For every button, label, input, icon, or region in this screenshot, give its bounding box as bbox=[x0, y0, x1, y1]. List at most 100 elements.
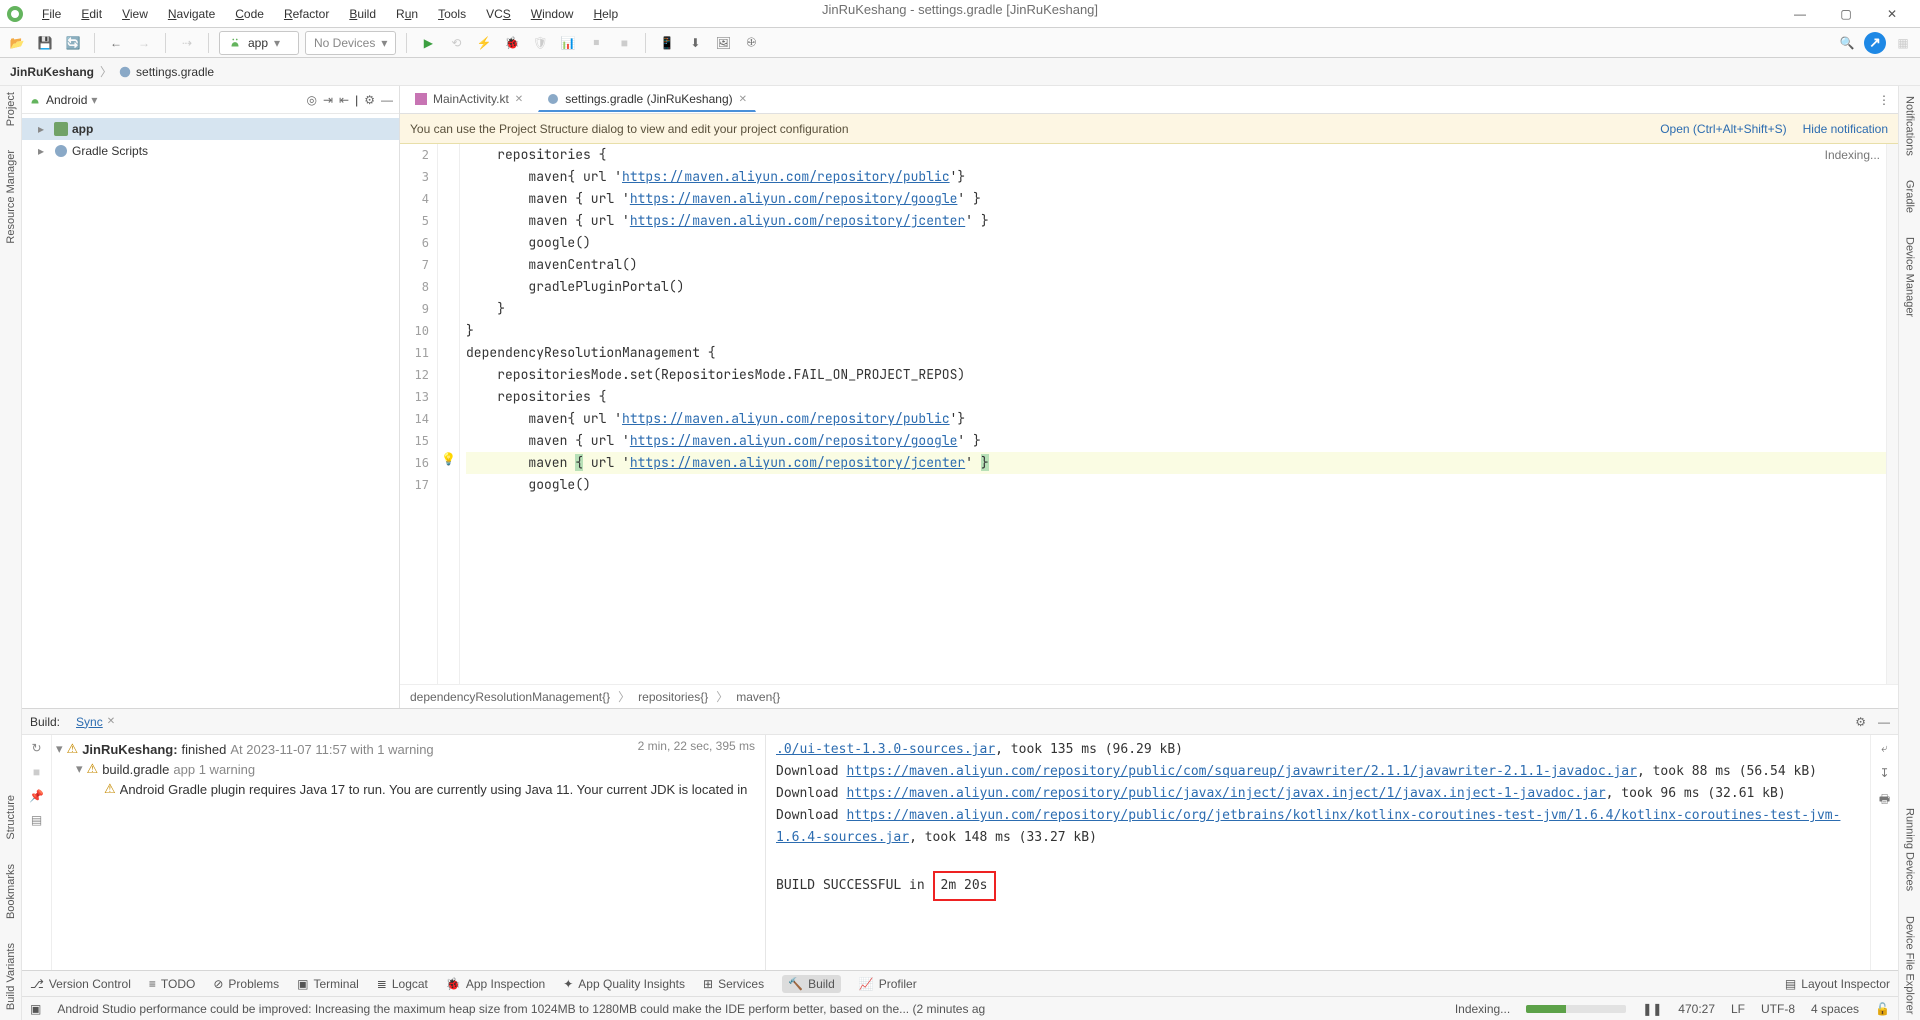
close-tab-icon[interactable]: ✕ bbox=[107, 716, 115, 727]
menu-view[interactable]: ViewView bbox=[114, 4, 156, 24]
scroll-to-end-icon[interactable]: ↧ bbox=[1879, 766, 1889, 780]
build-sync-tab[interactable]: Sync ✕ bbox=[72, 713, 119, 731]
collapse-all-icon[interactable]: ⇤ bbox=[339, 93, 349, 107]
menu-file[interactable]: FFileile bbox=[34, 4, 69, 24]
menu-code[interactable]: CodeCode bbox=[227, 4, 272, 24]
tool-logcat[interactable]: ≣Logcat bbox=[377, 977, 428, 991]
restart-icon[interactable]: ↻ bbox=[31, 741, 41, 755]
print-icon[interactable]: 🖶 bbox=[1879, 790, 1890, 811]
menu-edit[interactable]: EditEdit bbox=[73, 4, 110, 24]
rail-build-variants[interactable]: Build Variants bbox=[5, 943, 17, 1014]
notice-hide-link[interactable]: Hide notification bbox=[1803, 122, 1888, 136]
rail-resource-manager[interactable]: Resource Manager bbox=[5, 150, 17, 248]
rail-gradle[interactable]: Gradle bbox=[1904, 176, 1916, 213]
build-console[interactable]: .0/ui-test-1.3.0-sources.jar, took 135 m… bbox=[766, 735, 1870, 970]
status-indent[interactable]: 4 spaces bbox=[1811, 1002, 1859, 1016]
menu-tools[interactable]: ToolsTools bbox=[430, 4, 474, 24]
pin-icon[interactable]: 📌 bbox=[29, 789, 44, 803]
chevron-down-icon[interactable]: ▾ bbox=[76, 761, 83, 777]
rail-structure[interactable]: Structure bbox=[5, 795, 17, 844]
chevron-right-icon[interactable]: ▸ bbox=[38, 122, 52, 136]
code-content[interactable]: repositories { maven{ url 'https://maven… bbox=[460, 144, 1886, 684]
tool-profiler[interactable]: 📈Profiler bbox=[859, 977, 917, 991]
project-update-icon[interactable]: ↗ bbox=[1864, 32, 1886, 54]
menu-refactor[interactable]: RefactorRefactor bbox=[276, 4, 337, 24]
crumb-maven[interactable]: maven{} bbox=[736, 690, 780, 704]
build-settings-icon[interactable]: ⚙ bbox=[1855, 715, 1866, 729]
close-icon[interactable]: ✕ bbox=[1878, 4, 1906, 24]
pause-progress-icon[interactable]: ❚❚ bbox=[1642, 1002, 1662, 1016]
rail-notifications[interactable]: Notifications bbox=[1904, 92, 1916, 156]
code-editor[interactable]: 234567891011121314151617 💡 repositories … bbox=[400, 144, 1898, 684]
resource-manager-icon[interactable]: 🖼 bbox=[712, 32, 734, 54]
tool-layout-inspector[interactable]: ▤Layout Inspector bbox=[1785, 977, 1890, 991]
sync-gradle-icon[interactable]: 🔄 bbox=[62, 32, 84, 54]
tab-overflow-icon[interactable]: ⋮ bbox=[1878, 93, 1890, 107]
sdk-manager-icon[interactable]: ⬇ bbox=[684, 32, 706, 54]
menu-help[interactable]: HelpHelp bbox=[585, 4, 626, 24]
tool-app-quality[interactable]: ✦App Quality Insights bbox=[563, 977, 685, 991]
menu-navigate[interactable]: NavigateNavigate bbox=[160, 4, 223, 24]
status-line-separator[interactable]: LF bbox=[1731, 1002, 1745, 1016]
device-selector-dropdown[interactable]: No Devices ▾ bbox=[305, 31, 396, 55]
status-caret-position[interactable]: 470:27 bbox=[1678, 1002, 1715, 1016]
menu-window[interactable]: WindowWindow bbox=[523, 4, 582, 24]
chevron-down-icon[interactable]: ▾ bbox=[56, 741, 63, 757]
search-everywhere-icon[interactable]: 🔍 bbox=[1836, 32, 1858, 54]
filter-icon[interactable]: ▤ bbox=[31, 813, 42, 827]
tool-app-inspection[interactable]: 🐞App Inspection bbox=[446, 977, 545, 991]
tool-build[interactable]: 🔨Build bbox=[782, 975, 841, 993]
crumb-drm[interactable]: dependencyResolutionManagement{} bbox=[410, 690, 610, 704]
close-tab-icon[interactable]: ✕ bbox=[739, 94, 747, 105]
notice-open-link[interactable]: Open (Ctrl+Alt+Shift+S) bbox=[1660, 122, 1786, 136]
build-tree[interactable]: 2 min, 22 sec, 395 ms ▾ ⚠ JinRuKeshang: … bbox=[52, 735, 766, 970]
attach-debugger-icon[interactable]: ⏹ bbox=[585, 32, 607, 54]
rail-device-file-explorer[interactable]: Device File Explorer bbox=[1904, 912, 1916, 1014]
menu-run[interactable]: RunRun bbox=[388, 4, 426, 24]
status-indexing[interactable]: Indexing... bbox=[1455, 1002, 1510, 1016]
rail-running-devices[interactable]: Running Devices bbox=[1904, 804, 1916, 891]
menu-build[interactable]: BuildBuild bbox=[341, 4, 384, 24]
apply-changes-icon[interactable]: ⟲ bbox=[445, 32, 467, 54]
status-message[interactable]: Android Studio performance could be impr… bbox=[57, 1002, 1438, 1016]
hide-panel-icon[interactable]: — bbox=[381, 93, 393, 107]
rail-bookmarks[interactable]: Bookmarks bbox=[5, 864, 17, 923]
close-tab-icon[interactable]: ✕ bbox=[515, 94, 523, 105]
maximize-icon[interactable]: ▢ bbox=[1832, 4, 1860, 24]
tab-mainactivity[interactable]: MainActivity.kt ✕ bbox=[406, 87, 532, 112]
tool-services[interactable]: ⊞Services bbox=[703, 977, 764, 991]
crumb-file[interactable]: settings.gradle bbox=[118, 65, 214, 79]
build-hide-icon[interactable]: — bbox=[1878, 715, 1890, 729]
rail-project[interactable]: Project bbox=[5, 92, 17, 130]
intention-bulb-icon[interactable]: 💡 bbox=[441, 452, 456, 466]
expand-all-icon[interactable]: ⇥ bbox=[323, 93, 333, 107]
stop-icon[interactable]: ■ bbox=[613, 32, 635, 54]
run-icon[interactable]: ▶ bbox=[417, 32, 439, 54]
progress-bar[interactable] bbox=[1526, 1005, 1626, 1013]
menu-vcs[interactable]: VCSVCS bbox=[478, 4, 519, 24]
apply-code-icon[interactable]: ⚡ bbox=[473, 32, 495, 54]
coverage-icon[interactable]: 🛡 bbox=[529, 32, 551, 54]
tool-terminal[interactable]: ▣Terminal bbox=[297, 977, 359, 991]
error-stripe[interactable] bbox=[1886, 144, 1898, 684]
tool-todo[interactable]: ≡TODO bbox=[149, 977, 195, 991]
project-settings-icon[interactable]: ⚙ bbox=[364, 93, 375, 107]
open-icon[interactable]: 📂 bbox=[6, 32, 28, 54]
debug-icon[interactable]: 🐞 bbox=[501, 32, 523, 54]
locate-file-icon[interactable]: ◎ bbox=[307, 93, 317, 107]
chevron-right-icon[interactable]: ▸ bbox=[38, 144, 52, 158]
nav-forward-icon[interactable]: ⇢ bbox=[176, 32, 198, 54]
status-encoding[interactable]: UTF-8 bbox=[1761, 1002, 1795, 1016]
crumb-project[interactable]: JinRuKeshang bbox=[10, 65, 94, 79]
tool-version-control[interactable]: ⎇Version Control bbox=[30, 977, 131, 991]
soft-wrap-icon[interactable]: ⤶ bbox=[1881, 741, 1888, 756]
readonly-lock-icon[interactable]: 🔓 bbox=[1875, 1002, 1890, 1016]
hide-toolwindows-icon[interactable]: ▣ bbox=[30, 1002, 41, 1016]
project-view-selector[interactable]: Android bbox=[46, 93, 87, 107]
stop-icon[interactable]: ■ bbox=[33, 765, 40, 779]
avd-manager-icon[interactable]: 📱 bbox=[656, 32, 678, 54]
save-all-icon[interactable]: 💾 bbox=[34, 32, 56, 54]
tool-problems[interactable]: ⊘Problems bbox=[213, 977, 279, 991]
rail-device-manager[interactable]: Device Manager bbox=[1904, 233, 1916, 317]
profiler-icon[interactable]: 📊 bbox=[557, 32, 579, 54]
